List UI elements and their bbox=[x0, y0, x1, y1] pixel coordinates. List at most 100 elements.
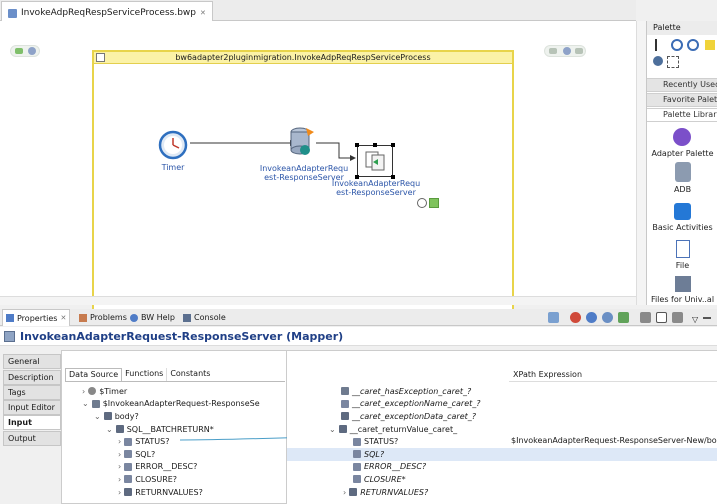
canvas-vertical-scrollbar[interactable] bbox=[636, 21, 646, 305]
editor-tab[interactable]: InvokeAdpReqRespServiceProcess.bwp ✕ bbox=[1, 1, 213, 21]
chevron-down-icon: ⌄ bbox=[94, 411, 101, 421]
files-icon[interactable] bbox=[675, 276, 691, 292]
tree-row[interactable]: › RETURNVALUES? bbox=[287, 486, 717, 499]
tree-label: STATUS? bbox=[135, 437, 170, 447]
tab-problems[interactable]: Problems bbox=[76, 309, 130, 326]
tree-row[interactable]: ERROR__DESC? bbox=[287, 461, 717, 474]
canvas-horizontal-scrollbar[interactable] bbox=[0, 296, 636, 305]
palette-item-adb[interactable]: ADB bbox=[647, 185, 717, 194]
tree-row[interactable]: __caret_hasException_caret_? bbox=[287, 385, 717, 398]
palette-section-recent[interactable]: Recently Used bbox=[647, 78, 717, 92]
tree-label: ERROR__DESC? bbox=[135, 462, 198, 472]
tab-properties[interactable]: Properties ✕ bbox=[2, 309, 71, 326]
zoom-out-icon[interactable] bbox=[687, 39, 699, 51]
side-tab-output[interactable]: Output bbox=[3, 431, 61, 446]
palette-title: Palette bbox=[653, 23, 681, 32]
link-status-icon[interactable] bbox=[417, 198, 427, 208]
check-icon[interactable] bbox=[429, 198, 439, 208]
side-tab-general[interactable]: General bbox=[3, 354, 61, 369]
side-tab-tags[interactable]: Tags bbox=[3, 385, 61, 400]
tab-functions[interactable]: Functions bbox=[122, 368, 168, 381]
palette-item-files-univ[interactable]: Files for Univ..al bbox=[647, 295, 717, 304]
tree-label: $InvokeanAdapterRequest-ResponseSe bbox=[102, 399, 260, 409]
tree-row[interactable]: › ERROR__DESC? bbox=[66, 461, 284, 474]
tree-row[interactable]: __caret_exceptionName_caret_? bbox=[287, 398, 717, 411]
tree-label: __caret_returnValue_caret_ bbox=[349, 424, 458, 434]
data-source-panel: Data Source Functions Constants › $Timer… bbox=[61, 350, 287, 504]
string-icon bbox=[341, 399, 349, 408]
marquee-icon[interactable] bbox=[667, 56, 679, 68]
selection-handle bbox=[391, 143, 395, 147]
tree-label: __caret_hasException_caret_? bbox=[352, 386, 472, 396]
tree-row[interactable]: › RETURNVALUES? bbox=[66, 486, 284, 499]
expand-icon[interactable] bbox=[672, 312, 683, 323]
note-icon[interactable] bbox=[705, 40, 715, 50]
timer-activity[interactable] bbox=[158, 130, 188, 160]
tree-row[interactable]: CLOSURE* bbox=[287, 473, 717, 486]
tree-row-selected[interactable]: SQL? bbox=[287, 447, 717, 461]
basic-activities-icon[interactable] bbox=[674, 203, 691, 220]
tree-label: RETURNVALUES? bbox=[360, 487, 429, 497]
xpath-expression[interactable]: $InvokeanAdapterRequest-ResponseServer-N… bbox=[511, 436, 717, 445]
sync-icon[interactable] bbox=[602, 312, 613, 323]
string-icon bbox=[124, 462, 133, 471]
process-swimlane[interactable]: bw6adapter2pluginmigration.InvokeAdpReqR… bbox=[92, 50, 514, 318]
tab-constants[interactable]: Constants bbox=[167, 368, 213, 381]
invoke-adapter-label-1: InvokeanAdapterRequ bbox=[259, 164, 349, 173]
chevron-right-icon: › bbox=[82, 386, 86, 396]
palette-item-basic[interactable]: Basic Activities bbox=[647, 223, 717, 232]
tree-row[interactable]: ⌄ __caret_returnValue_caret_ bbox=[287, 423, 717, 436]
mapper-icon bbox=[4, 331, 15, 342]
side-tab-input[interactable]: Input bbox=[3, 415, 61, 430]
string-icon bbox=[353, 462, 361, 471]
tree-row[interactable]: STATUS? $InvokeanAdapterRequest-Response… bbox=[287, 435, 717, 448]
chevron-right-icon: › bbox=[118, 437, 122, 447]
palette-section-favorite[interactable]: Favorite Palet... bbox=[647, 93, 717, 107]
view-menu-icon[interactable]: ▽ bbox=[692, 315, 698, 324]
tree-row[interactable]: › SQL? bbox=[66, 448, 284, 461]
tree-row[interactable]: ⌄ body? bbox=[66, 410, 284, 423]
side-tab-description[interactable]: Description bbox=[3, 370, 61, 385]
element-icon bbox=[115, 425, 124, 434]
help-icon[interactable] bbox=[586, 312, 597, 323]
tab-console-label: Console bbox=[194, 313, 226, 322]
close-icon[interactable]: ✕ bbox=[60, 314, 66, 322]
adb-icon[interactable] bbox=[675, 162, 691, 182]
tab-data-source[interactable]: Data Source bbox=[65, 368, 123, 381]
variable-icon bbox=[91, 399, 100, 408]
zoom-in-icon[interactable] bbox=[671, 39, 683, 51]
palette-section-library[interactable]: Palette Library bbox=[647, 108, 717, 122]
error-filter-icon[interactable] bbox=[570, 312, 581, 323]
chevron-down-icon: ⌄ bbox=[82, 399, 89, 409]
tree-row[interactable]: __caret_exceptionData_caret_? bbox=[287, 410, 717, 423]
invoke-adapter-activity-selected[interactable] bbox=[355, 143, 395, 179]
link-tool-icon[interactable] bbox=[653, 56, 663, 66]
collapse-icon[interactable] bbox=[640, 312, 651, 323]
palette-item-file[interactable]: File bbox=[647, 261, 717, 270]
invoke-adapter-activity[interactable] bbox=[288, 126, 316, 158]
adapter-palette-icon[interactable] bbox=[673, 128, 691, 146]
tab-bw-help[interactable]: BW Help bbox=[127, 309, 178, 326]
palette-item-adapter[interactable]: Adapter Palette bbox=[647, 149, 717, 158]
tab-problems-label: Problems bbox=[90, 313, 127, 322]
close-icon[interactable]: ✕ bbox=[200, 9, 206, 17]
process-canvas[interactable]: bw6adapter2pluginmigration.InvokeAdpReqR… bbox=[0, 21, 636, 318]
tree-row[interactable]: › $Timer bbox=[66, 385, 284, 398]
minimize-icon[interactable] bbox=[703, 317, 711, 319]
string-icon bbox=[353, 450, 361, 459]
end-pill bbox=[544, 45, 586, 57]
select-tool-icon[interactable] bbox=[655, 39, 665, 51]
process-file-icon bbox=[8, 8, 17, 18]
check-icon[interactable] bbox=[618, 312, 629, 323]
file-icon[interactable] bbox=[676, 240, 690, 258]
side-tab-input-editor[interactable]: Input Editor bbox=[3, 400, 61, 415]
tab-console[interactable]: Console bbox=[180, 309, 229, 326]
invoke-adapter-label-selected-1: InvokeanAdapterRequ bbox=[331, 179, 421, 188]
new-window-icon[interactable] bbox=[548, 312, 559, 323]
tree-row[interactable]: ⌄ $InvokeanAdapterRequest-ResponseSe bbox=[66, 398, 284, 411]
checkbox-icon[interactable] bbox=[656, 312, 667, 323]
string-icon bbox=[124, 450, 133, 459]
process-links bbox=[190, 140, 356, 161]
page-title: InvokeanAdapterRequest-ResponseServer (M… bbox=[0, 327, 717, 346]
tree-row[interactable]: › CLOSURE? bbox=[66, 473, 284, 486]
